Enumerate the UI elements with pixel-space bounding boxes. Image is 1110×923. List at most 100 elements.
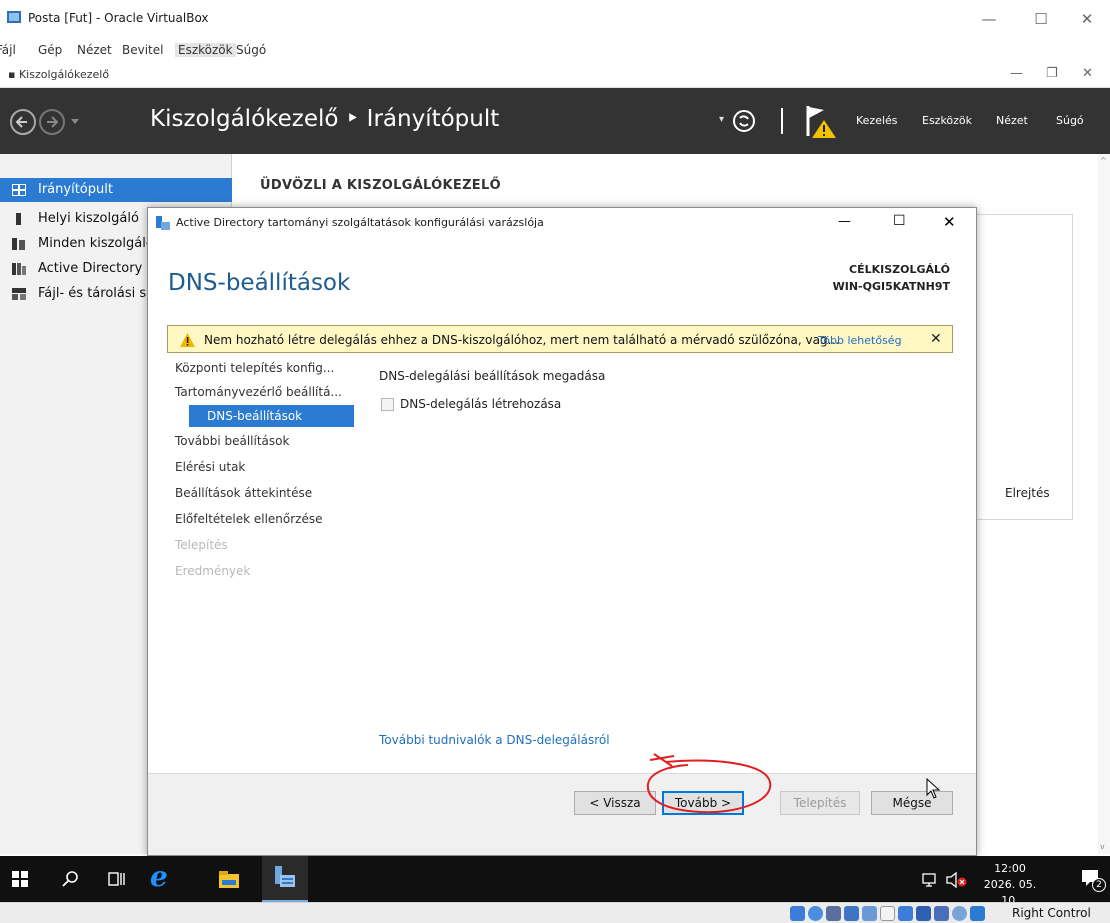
scroll-up-icon[interactable]: ^ [1100, 156, 1107, 165]
wizard-title: Active Directory tartományi szolgáltatás… [176, 216, 544, 229]
usb-icon[interactable] [862, 906, 877, 921]
nav-item-dashboard[interactable]: Irányítópult [0, 178, 232, 202]
task-view-icon[interactable] [108, 870, 126, 888]
vbox-minimize-button[interactable]: — [966, 0, 1012, 38]
vbox-close-button[interactable]: ✕ [1064, 0, 1110, 38]
dns-delegation-heading: DNS-delegálási beállítások megadása [379, 369, 606, 383]
step-prerequisites-check[interactable]: Előfeltételek ellenőrzése [175, 508, 355, 530]
create-dns-delegation-label[interactable]: DNS-delegálás létrehozása [400, 397, 561, 411]
target-server-label: CÉLKISZOLGÁLÓ [849, 263, 950, 276]
nav-item-label: Irányítópult [38, 182, 113, 197]
install-button: Telepítés [780, 791, 860, 815]
nav-item-label: Helyi kiszolgáló [38, 211, 139, 226]
server-manager-taskbar-button[interactable] [262, 856, 308, 902]
vbox-menu-help[interactable]: Súgó [236, 43, 266, 57]
active-directory-icon [12, 263, 26, 275]
step-review-options[interactable]: Beállítások áttekintése [175, 482, 355, 504]
target-server-name: WIN-QGI5KATNH9T [832, 280, 950, 293]
step-additional-options[interactable]: További beállítások [175, 430, 355, 452]
network-adapter-icon[interactable] [844, 906, 859, 921]
audio-icon[interactable] [826, 906, 841, 921]
server-manager-header: Kiszolgálókezelő ‣ Irányítópult ▾ Kezelé… [0, 88, 1110, 154]
breadcrumb: Kiszolgálókezelő ‣ Irányítópult [150, 106, 500, 132]
video-capture-icon[interactable] [916, 906, 931, 921]
step-results: Eredmények [175, 564, 251, 578]
quick-start-panel [975, 214, 1073, 520]
file-storage-icon [12, 288, 26, 300]
step-dns-options[interactable]: DNS-beállítások [189, 405, 354, 427]
vbox-statusbar: Right Control [0, 902, 1110, 923]
shared-folders-icon[interactable] [880, 906, 895, 921]
step-dc-options[interactable]: Tartományvezérlő beállítá... [175, 381, 355, 403]
sm-restore-button[interactable]: ❐ [1046, 66, 1058, 81]
server-manager-titlebar: ▪ Kiszolgálókezelő — ❐ ✕ [0, 62, 1110, 88]
nav-item-label: Active Directory [38, 261, 143, 276]
scroll-down-icon[interactable]: v [1100, 842, 1105, 851]
notifications-flag-icon[interactable] [804, 102, 838, 140]
vbox-menu-devices[interactable]: Eszközök [175, 43, 236, 57]
warning-icon [180, 333, 195, 347]
warning-close-icon[interactable]: ✕ [930, 331, 942, 347]
server-icon [16, 213, 21, 225]
nav-item-label: Fájl- és tárolási s [38, 286, 147, 301]
server-manager-icon [275, 866, 295, 887]
network-icon[interactable] [922, 873, 940, 887]
server-manager-window-title: ▪ Kiszolgálókezelő [8, 68, 110, 81]
more-options-link[interactable]: Több lehetőség [818, 334, 902, 347]
welcome-heading: ÜDVÖZLI A KISZOLGÁLÓKEZELŐ [260, 178, 501, 193]
step-deployment-config[interactable]: Központi telepítés konfig... [175, 357, 355, 379]
wizard-close-button[interactable]: ✕ [943, 213, 956, 231]
notification-count-badge: 2 [1092, 878, 1106, 892]
keyboard-capture-icon[interactable] [970, 906, 985, 921]
file-explorer-icon[interactable] [218, 868, 240, 890]
clock-time: 12:00 [994, 862, 1026, 875]
internet-explorer-icon[interactable]: e [150, 860, 168, 893]
create-dns-delegation-checkbox[interactable] [381, 398, 394, 411]
header-menu-tools[interactable]: Eszközök [922, 114, 972, 127]
back-forward-icon[interactable] [8, 107, 98, 137]
vbox-menu-machine[interactable]: Gép [38, 43, 62, 57]
sm-close-button[interactable]: ✕ [1082, 66, 1093, 81]
red-annotation-scribble [646, 753, 772, 814]
wizard-titlebar: Active Directory tartományi szolgáltatás… [148, 208, 976, 238]
mouse-cursor-icon [926, 778, 941, 799]
cpu-icon[interactable] [934, 906, 949, 921]
step-paths[interactable]: Elérési utak [175, 456, 355, 478]
header-menu-manage[interactable]: Kezelés [856, 114, 898, 127]
vbox-menu-view[interactable]: Nézet [77, 43, 112, 57]
vbox-maximize-button[interactable]: ☐ [1018, 0, 1064, 38]
hide-link[interactable]: Elrejtés [1005, 486, 1050, 500]
vbox-menu-input[interactable]: Bevitel [122, 43, 163, 57]
content-scrollbar[interactable]: ^ v [1098, 154, 1110, 854]
ad-wizard-icon [156, 216, 170, 230]
mouse-integration-icon[interactable] [952, 906, 967, 921]
step-installation: Telepítés [175, 538, 228, 552]
wizard-maximize-button[interactable]: ☐ [893, 213, 906, 229]
servers-icon [12, 238, 25, 250]
hard-disk-icon[interactable] [790, 906, 805, 921]
optical-drive-icon[interactable] [808, 906, 823, 921]
dns-delegation-info-link[interactable]: További tudnivalók a DNS-delegálásról [379, 733, 610, 747]
virtualbox-icon [7, 11, 21, 23]
vbox-window-title: Posta [Fut] - Oracle VirtualBox [28, 11, 209, 25]
refresh-dropdown-icon[interactable]: ▾ [719, 114, 724, 125]
warning-message: Nem hozható létre delegálás ehhez a DNS-… [204, 333, 840, 347]
vbox-menu-file[interactable]: Fájl [0, 43, 16, 57]
volume-muted-icon[interactable] [946, 872, 968, 888]
display-icon[interactable] [898, 906, 913, 921]
header-menu-view[interactable]: Nézet [996, 114, 1028, 127]
wizard-body [361, 353, 976, 773]
header-divider [781, 108, 783, 134]
nav-item-label: Minden kiszolgáló [38, 236, 154, 251]
start-windows-icon[interactable] [12, 871, 28, 887]
header-menu-help[interactable]: Súgó [1056, 114, 1084, 127]
vbox-titlebar: Posta [Fut] - Oracle VirtualBox — ☐ ✕ [0, 0, 1110, 38]
host-key-label: Right Control [1012, 906, 1091, 920]
dashboard-icon [12, 184, 26, 196]
sm-minimize-button[interactable]: — [1010, 66, 1023, 81]
ad-ds-configuration-wizard: Active Directory tartományi szolgáltatás… [147, 207, 977, 856]
refresh-icon[interactable] [731, 108, 757, 134]
wizard-minimize-button[interactable]: — [838, 214, 851, 229]
search-icon[interactable] [62, 870, 80, 888]
warning-banner: Nem hozható létre delegálás ehhez a DNS-… [167, 325, 953, 353]
